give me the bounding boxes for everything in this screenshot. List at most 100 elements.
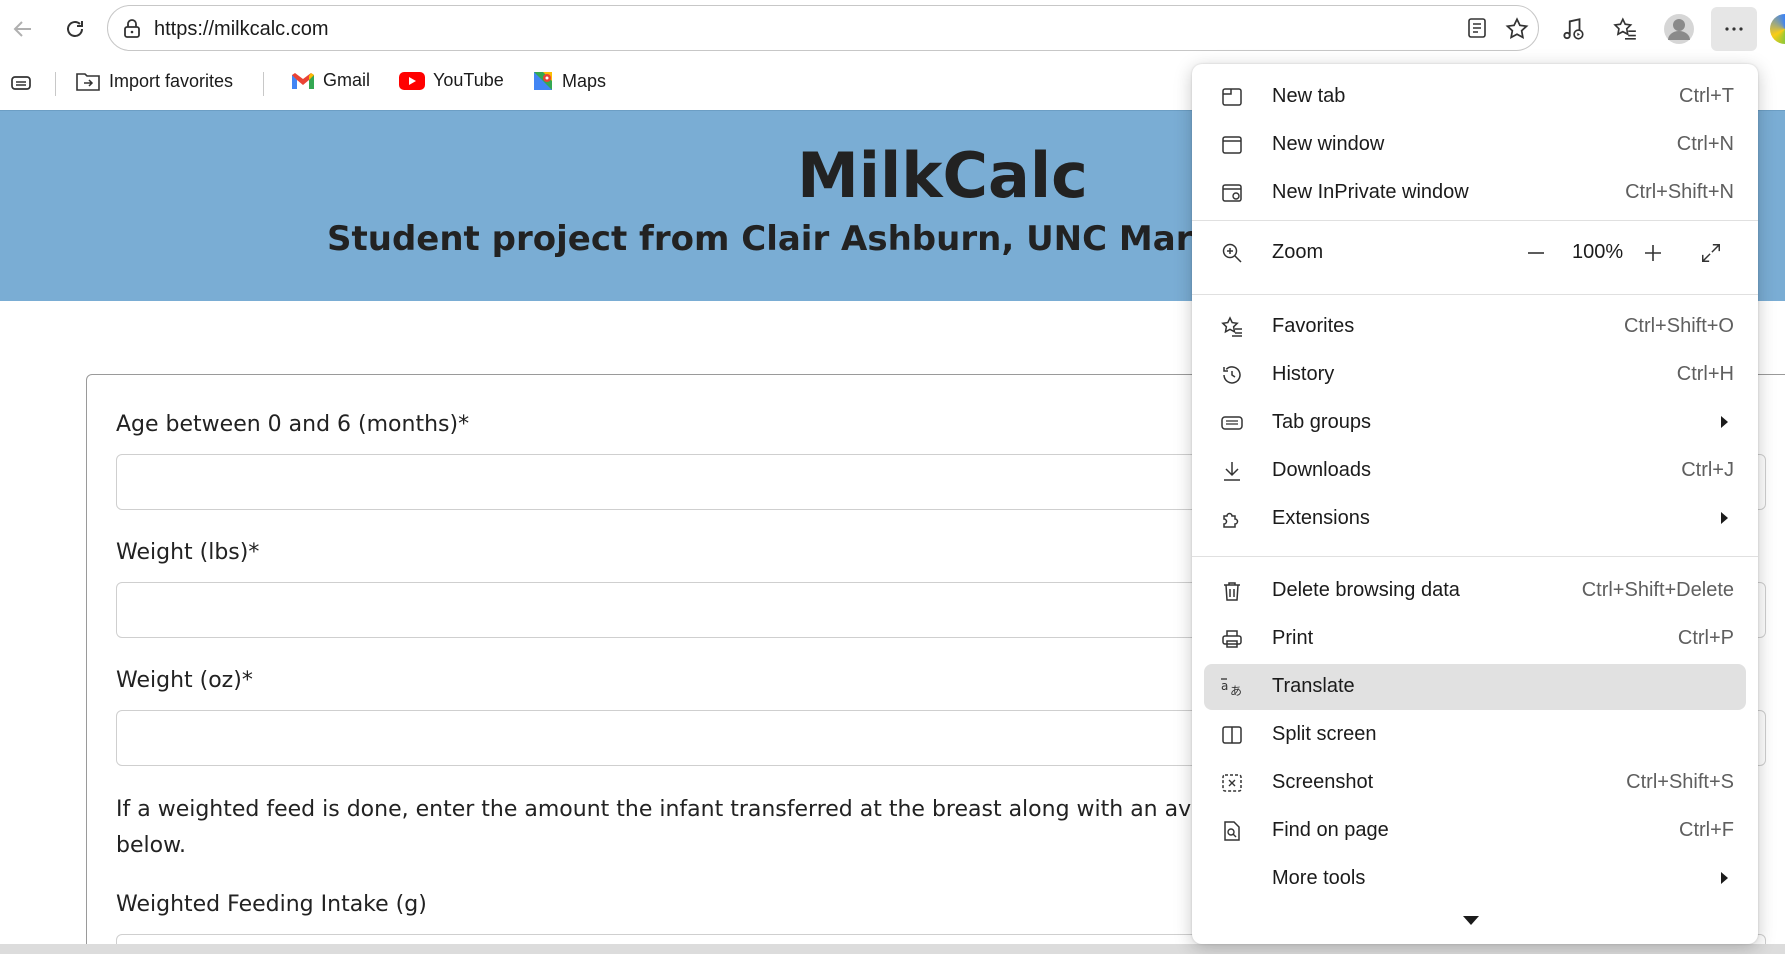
menu-divider [1192, 294, 1758, 295]
menu-scroll-down-icon[interactable] [1463, 916, 1479, 925]
menu-label: New tab [1272, 85, 1346, 107]
menu-item-screenshot[interactable]: Screenshot Ctrl+Shift+S [1204, 760, 1746, 806]
history-icon [1223, 366, 1241, 384]
menu-divider [1192, 220, 1758, 221]
copilot-icon[interactable] [1770, 14, 1785, 44]
fav-label: YouTube [433, 70, 504, 90]
menu-label: Extensions [1272, 507, 1370, 529]
menu-item-delete-browsing-data[interactable]: Delete browsing data Ctrl+Shift+Delete [1204, 568, 1746, 614]
menu-shortcut: Ctrl+T [1679, 85, 1734, 107]
menu-shortcut: Ctrl+Shift+N [1625, 181, 1734, 203]
menu-item-favorites[interactable]: Favorites Ctrl+Shift+O [1204, 304, 1746, 350]
zoom-out-button[interactable] [1524, 230, 1548, 276]
menu-item-new-inprivate-window[interactable]: New InPrivate window Ctrl+Shift+N [1204, 170, 1746, 216]
menu-item-downloads[interactable]: Downloads Ctrl+J [1204, 448, 1746, 494]
zoom-icon [1222, 243, 1242, 263]
menu-item-more-tools[interactable]: More tools [1204, 856, 1746, 902]
zoom-in-button[interactable] [1641, 230, 1665, 276]
more-dots-icon [1725, 27, 1743, 31]
back-arrow-icon [13, 21, 31, 37]
menu-label: Tab groups [1272, 411, 1371, 433]
favorites-list-icon [1613, 17, 1636, 40]
menu-shortcut: Ctrl+Shift+O [1623, 315, 1734, 337]
menu-label: New InPrivate window [1272, 181, 1469, 203]
fullscreen-icon [1702, 244, 1720, 262]
tab-actions-icon[interactable] [10, 73, 34, 98]
browser-toolbar: https://milkcalc.com [0, 0, 1785, 58]
inprivate-icon [1222, 184, 1242, 202]
menu-label: Downloads [1272, 459, 1371, 481]
submenu-arrow-icon [1721, 512, 1728, 524]
delete-icon [1224, 582, 1240, 601]
screenshot-icon [1222, 774, 1242, 792]
menu-shortcut: Ctrl+N [1676, 133, 1734, 155]
svg-text:あ: あ [1230, 684, 1242, 698]
menu-shortcut: Ctrl+Shift+S [1626, 771, 1734, 793]
menu-item-print[interactable]: Print Ctrl+P [1204, 616, 1746, 662]
fav-label: Maps [562, 70, 607, 91]
profile-button[interactable] [1658, 9, 1700, 49]
find-icon [1224, 821, 1240, 841]
favorites-icon [1221, 316, 1242, 337]
refresh-icon [67, 21, 83, 37]
menu-item-split-screen[interactable]: Split screen [1204, 712, 1746, 758]
downloads-icon [1224, 462, 1240, 481]
svg-text:a: a [1221, 679, 1228, 693]
menu-shortcut: Ctrl+P [1677, 627, 1734, 649]
menu-label: Find on page [1272, 819, 1389, 841]
menu-item-new-tab[interactable]: New tab Ctrl+T [1204, 74, 1746, 120]
new-window-icon [1222, 136, 1242, 154]
fav-import-favorites[interactable]: Import favorites [75, 70, 233, 92]
reader-view-icon[interactable] [1465, 16, 1489, 40]
plus-icon [1645, 245, 1661, 261]
menu-item-translate[interactable]: aあ Translate [1204, 664, 1746, 710]
media-control-button[interactable] [1552, 9, 1594, 49]
lock-icon [124, 19, 140, 38]
menu-label: History [1272, 363, 1335, 385]
menu-label: Translate [1272, 675, 1355, 697]
zoom-level: 100% [1572, 241, 1624, 263]
submenu-arrow-icon [1721, 416, 1728, 428]
fav-youtube[interactable]: YouTube [399, 70, 504, 91]
weight-oz-label: Weight (oz)* [116, 668, 253, 693]
fullscreen-button[interactable] [1700, 230, 1722, 276]
import-folder-icon [76, 73, 100, 91]
new-tab-icon [1222, 88, 1242, 106]
menu-label: Split screen [1272, 723, 1377, 745]
star-icon[interactable] [1504, 16, 1530, 42]
split-screen-icon [1222, 726, 1242, 744]
favorites-button[interactable] [1604, 9, 1646, 49]
tab-groups-icon [1221, 416, 1243, 430]
refresh-button[interactable] [56, 10, 94, 48]
menu-shortcut: Ctrl+H [1676, 363, 1734, 385]
music-icon [1563, 18, 1584, 40]
maps-icon [534, 72, 552, 90]
menu-divider [1192, 556, 1758, 557]
menu-item-history[interactable]: History Ctrl+H [1204, 352, 1746, 398]
extensions-icon [1223, 512, 1239, 528]
window-bottom-edge [0, 944, 1785, 954]
fav-gmail[interactable]: Gmail [291, 70, 370, 91]
settings-and-more-button[interactable] [1711, 7, 1757, 51]
menu-item-find-on-page[interactable]: Find on page Ctrl+F [1204, 808, 1746, 854]
menu-label: Zoom [1272, 241, 1324, 263]
menu-item-extensions[interactable]: Extensions [1204, 496, 1746, 542]
address-bar[interactable]: https://milkcalc.com [107, 5, 1539, 51]
print-icon [1222, 630, 1242, 648]
url-text: https://milkcalc.com [154, 18, 329, 40]
menu-item-new-window[interactable]: New window Ctrl+N [1204, 122, 1746, 168]
menu-shortcut: Ctrl+Shift+Delete [1581, 579, 1734, 601]
favbar-divider [263, 72, 264, 96]
youtube-icon [399, 71, 425, 90]
menu-item-zoom: Zoom 100% [1204, 230, 1746, 276]
back-button[interactable] [4, 10, 42, 48]
menu-label: Screenshot [1272, 771, 1374, 793]
fav-maps[interactable]: Maps [532, 70, 606, 92]
menu-item-tab-groups[interactable]: Tab groups [1204, 400, 1746, 446]
menu-label: New window [1272, 133, 1385, 155]
translate-icon: aあ [1221, 678, 1242, 698]
weight-lbs-label: Weight (lbs)* [116, 540, 260, 565]
settings-menu: New tab Ctrl+T New window Ctrl+N New InP… [1192, 64, 1758, 944]
menu-label: More tools [1272, 867, 1366, 889]
menu-shortcut: Ctrl+J [1681, 459, 1734, 481]
